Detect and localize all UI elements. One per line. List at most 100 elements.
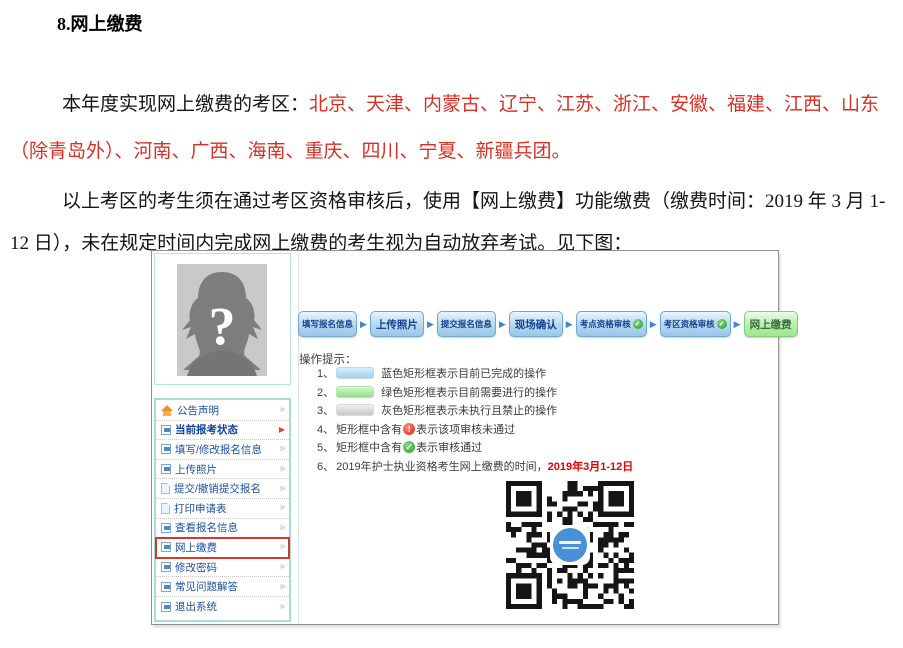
sidebar-menu-item[interactable]: 提交/撤销提交报名 » <box>156 479 289 499</box>
tip-row: 1、 蓝色矩形框表示目前已完成的操作 <box>317 365 633 381</box>
sidebar-menu-item[interactable]: 退出系统 » <box>156 597 289 617</box>
flow-step-button[interactable]: 现场确认 <box>509 311 563 337</box>
check-circle-icon: ✓ <box>403 441 415 453</box>
tip-number: 6、 <box>317 458 334 474</box>
flow-step-button[interactable]: 网上缴费 <box>744 311 798 337</box>
flow-arrow-icon: ▶ <box>360 320 367 329</box>
sidebar-item-label: 提交/撤销提交报名 <box>174 481 261 496</box>
tip-text: 绿色矩形框表示目前需要进行的操作 <box>381 384 557 400</box>
sidebar-item-label: 退出系统 <box>175 599 217 614</box>
tip-text: 灰色矩形框表示未执行且禁止的操作 <box>381 402 557 418</box>
flow-step-button[interactable]: 考区资格审核 ✓ <box>660 311 731 337</box>
sidebar-menu-item[interactable]: 查看报名信息 » <box>156 519 289 539</box>
flow-step-button[interactable]: 提交报名信息 <box>437 311 496 337</box>
sidebar-item-label: 上传照片 <box>175 462 217 477</box>
flow-arrow-icon: ▶ <box>734 320 741 329</box>
form-icon <box>161 602 171 612</box>
chevron-right-icon: » <box>279 503 285 513</box>
swatch-blue <box>336 367 374 379</box>
chevron-right-icon: ▶ <box>279 426 285 434</box>
doc-icon <box>161 503 170 514</box>
chevron-right-icon: » <box>279 444 285 454</box>
sidebar-item-label: 公告声明 <box>177 403 219 418</box>
vertical-divider <box>298 251 299 624</box>
sidebar-menu-item[interactable]: 常见问题解答 » <box>156 577 289 597</box>
check-circle-icon: ✓ <box>633 319 643 329</box>
flow-step: 上传照片 ▶ <box>370 311 434 337</box>
chevron-right-icon: » <box>279 523 285 533</box>
sidebar-menu-item[interactable]: 打印申请表 » <box>156 499 289 519</box>
section-heading: 8.网上缴费 <box>57 10 143 36</box>
qr-logo-circle <box>553 528 587 562</box>
paragraph-intro-text: 本年度实现网上缴费的考区： <box>62 94 309 115</box>
flow-step: 填写报名信息 ▶ <box>298 311 367 337</box>
form-icon <box>161 562 171 572</box>
sidebar-menu-item[interactable]: 当前报考状态 ▶ <box>156 421 289 441</box>
chevron-right-icon: » <box>279 542 285 552</box>
tip-number: 5、 <box>317 439 334 455</box>
tips-list: 1、 蓝色矩形框表示目前已完成的操作 2、 绿色矩形框表示目前需要进行的操作 <box>317 365 633 476</box>
tip-text-pre: 矩形框中含有 <box>336 421 402 437</box>
doc-icon <box>161 483 170 494</box>
tip-row: 5、 矩形框中含有 ✓ 表示审核通过 <box>317 439 633 455</box>
tip-row: 2、 绿色矩形框表示目前需要进行的操作 <box>317 384 633 400</box>
flow-step-button[interactable]: 填写报名信息 <box>298 311 357 337</box>
sidebar-menu-item[interactable]: 上传照片 » <box>156 460 289 480</box>
flow-step: 提交报名信息 ▶ <box>437 311 506 337</box>
flow-step-label: 上传照片 <box>376 317 418 332</box>
form-icon <box>161 464 171 474</box>
question-mark-glyph: ? <box>177 270 267 376</box>
sidebar-menu-item[interactable]: 公告声明 » <box>156 401 289 421</box>
chevron-right-icon: » <box>279 405 285 415</box>
photo-panel: ? <box>154 253 291 385</box>
flow-step-button[interactable]: 考点资格审核 ✓ <box>576 311 647 337</box>
paragraph-payment-regions: 本年度实现网上缴费的考区：北京、天津、内蒙古、辽宁、江苏、浙江、安徽、福建、江西… <box>10 81 894 175</box>
flow-step-label: 考点资格审核 <box>580 318 631 330</box>
notice-document-page: 8.网上缴费 本年度实现网上缴费的考区：北京、天津、内蒙古、辽宁、江苏、浙江、安… <box>0 0 903 648</box>
form-icon <box>161 523 171 533</box>
flow-step: 考点资格审核 ✓ ▶ <box>576 311 657 337</box>
registration-progress-flow: 填写报名信息 ▶ 上传照片 ▶ 提交报名信息 <box>298 311 798 337</box>
flow-arrow-icon: ▶ <box>427 320 434 329</box>
status-icon <box>161 425 171 435</box>
sidebar-menu: 公告声明 » 当前报考状态 ▶ 填写/修改报名信息 » 上传照片 <box>154 398 291 622</box>
chevron-right-icon: » <box>279 602 285 612</box>
flow-step: 考区资格审核 ✓ ▶ <box>660 311 741 337</box>
flow-step: 现场确认 ▶ <box>509 311 573 337</box>
form-icon <box>161 542 171 552</box>
tip-row: 3、 灰色矩形框表示未执行且禁止的操作 <box>317 402 633 418</box>
qr-code <box>506 481 634 609</box>
home-icon <box>161 405 173 416</box>
exclamation-circle-icon: ! <box>403 423 415 435</box>
tip-number: 3、 <box>317 402 334 418</box>
flow-step-label: 提交报名信息 <box>441 318 492 330</box>
sidebar-menu-item[interactable]: 网上缴费 » <box>156 538 289 558</box>
chevron-right-icon: » <box>279 562 285 572</box>
tip-deadline-red-text: 2019年3月1-12日 <box>548 458 634 474</box>
tip-text: 蓝色矩形框表示目前已完成的操作 <box>381 365 546 381</box>
flow-step-label: 填写报名信息 <box>302 318 353 330</box>
placeholder-photo: ? <box>177 264 267 376</box>
sidebar-menu-item[interactable]: 修改密码 » <box>156 558 289 578</box>
tip-number: 2、 <box>317 384 334 400</box>
qr-center-logo <box>550 525 590 565</box>
sidebar-item-label: 网上缴费 <box>175 540 217 555</box>
form-icon <box>161 444 171 454</box>
flow-step-label: 网上缴费 <box>750 317 792 332</box>
sidebar-item-label: 修改密码 <box>175 560 217 575</box>
tip-text: 表示审核通过 <box>416 439 482 455</box>
flow-arrow-icon: ▶ <box>650 320 657 329</box>
check-circle-icon: ✓ <box>717 319 727 329</box>
tip-number: 4、 <box>317 421 334 437</box>
flow-step-button[interactable]: 上传照片 <box>370 311 424 337</box>
sidebar-item-label: 常见问题解答 <box>175 579 238 594</box>
tip-number: 1、 <box>317 365 334 381</box>
flow-step: 网上缴费 <box>744 311 798 337</box>
sidebar-menu-item[interactable]: 填写/修改报名信息 » <box>156 440 289 460</box>
flow-step-label: 现场确认 <box>515 317 557 332</box>
flow-step-label: 考区资格审核 <box>664 318 715 330</box>
tip-text-pre: 2019年护士执业资格考生网上缴费的时间， <box>336 458 547 474</box>
sidebar-item-label: 打印申请表 <box>174 501 227 516</box>
tip-row: 6、 2019年护士执业资格考生网上缴费的时间， 2019年3月1-12日 <box>317 458 633 474</box>
sidebar-item-label: 当前报考状态 <box>175 422 238 437</box>
